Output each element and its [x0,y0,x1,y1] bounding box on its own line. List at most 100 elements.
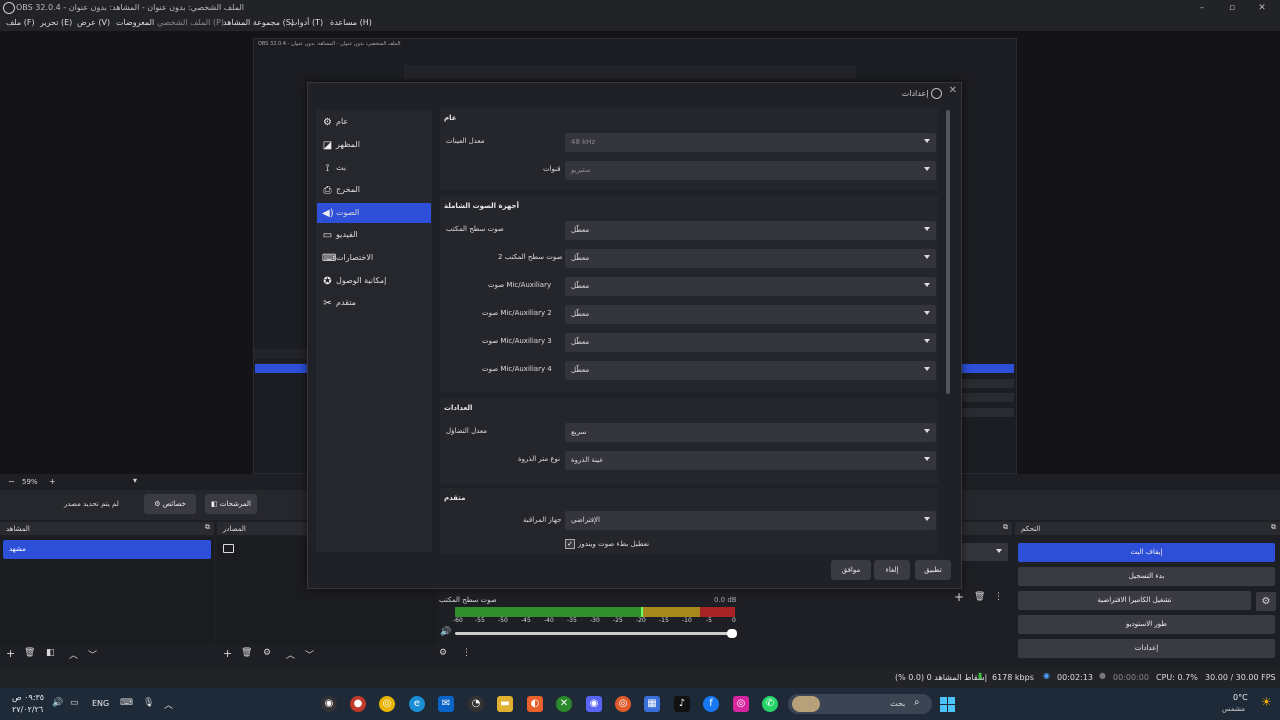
nav-video[interactable]: ▭ الفيديو [317,225,431,245]
move-down-icon[interactable]: ﹀ [305,648,314,661]
menu-scene-collection[interactable]: مجموعة المشاهد (S) [223,18,294,27]
app-icon[interactable]: ● [350,696,366,712]
stop-streaming-button[interactable]: إيقاف البث [1018,543,1275,562]
clock-date[interactable]: ٢٧/٠٢/٢٦ [12,705,43,714]
weather-desc[interactable]: مشمس [1222,705,1245,713]
windows-start-icon[interactable] [940,697,956,713]
studio-mode-button[interactable]: طور الاستوديو [1018,615,1275,634]
chevron-up-icon[interactable]: ︿ [164,698,173,711]
peak-meter-select[interactable]: عينة الذروة [565,451,936,470]
dock-float-icon[interactable]: ⧉ [205,523,210,532]
transition-menu-icon[interactable]: ⋮ [994,592,1003,602]
obs-app-icon[interactable]: ◉ [321,696,337,712]
ducking-checkbox[interactable]: ✓ [565,539,575,549]
menu-help[interactable]: مساعدة (H) [330,18,372,27]
maximize-icon[interactable]: ▫ [1225,1,1239,15]
dock-float-icon[interactable]: ⧉ [1271,523,1276,532]
close-icon[interactable]: ✕ [949,85,957,96]
app-icon[interactable]: ◎ [615,696,631,712]
tiktok-icon[interactable]: ♪ [674,696,690,712]
filters-button[interactable]: ◧ المرشحات [205,494,257,514]
gear-icon[interactable]: ⚙ [1256,592,1276,611]
monitoring-device-select[interactable]: الإفتراضي [565,511,936,530]
add-source-button[interactable]: + [223,647,232,660]
dock-float-icon[interactable]: ⧉ [1003,523,1008,532]
mic-aux-2-select[interactable]: معطّل [565,305,936,324]
display-source-icon[interactable] [223,544,234,553]
close-icon[interactable]: ✕ [1255,1,1269,15]
whatsapp-icon[interactable]: ✆ [762,696,778,712]
scene-item[interactable]: مشهد [3,540,211,559]
sample-rate-select[interactable]: 48 kHz [565,133,936,152]
desktop-audio-2-select[interactable]: معطّل [565,249,936,268]
chrome-icon[interactable]: ◎ [379,696,395,712]
store-icon[interactable]: ▦ [644,696,660,712]
channels-select[interactable]: ستيريو [565,161,936,180]
properties-button[interactable]: ⚙ خصائص [144,494,196,514]
minimize-icon[interactable]: – [1195,1,1209,15]
start-recording-button[interactable]: بدء التسجيل [1018,567,1275,586]
mixer-menu-icon[interactable]: ⋮ [462,648,471,658]
microphone-icon[interactable]: 🎙 [143,698,154,708]
menu-profile[interactable]: الملف الشخصي (P) [157,18,224,27]
move-down-icon[interactable]: ﹀ [88,648,97,661]
chevron-down-icon[interactable]: ▾ [133,476,137,485]
network-icon[interactable]: ▭ [70,698,79,708]
settings-button[interactable]: إعدادات [1018,639,1275,658]
discord-icon[interactable]: ◉ [586,696,602,712]
scene-filters-icon[interactable]: ◧ [46,648,55,658]
volume-slider[interactable] [455,629,737,638]
no-source-label: لم يتم تحديد مصدر [64,500,119,508]
cancel-button[interactable]: إلغاء [874,560,910,580]
mic-aux-4-select[interactable]: معطّل [565,361,936,380]
app-icon[interactable]: ◐ [527,696,543,712]
nav-stream[interactable]: ⟟ بث [317,158,431,178]
speaker-icon[interactable]: 🔊 [440,627,451,637]
menu-tools[interactable]: أدوات (T) [290,18,323,27]
outlook-icon[interactable]: ✉ [438,696,454,712]
add-transition-icon[interactable]: + [954,590,964,604]
nav-accessibility[interactable]: ✪ إمكانية الوصول [317,271,431,291]
nav-audio[interactable]: ◀) الصوت [317,203,431,223]
zoom-out-button[interactable]: − [8,477,15,486]
folder-icon[interactable]: ▬ [497,696,513,712]
nav-advanced[interactable]: ✂ متقدم [317,293,431,313]
mic-aux-select[interactable]: معطّل [565,277,936,296]
volume-icon[interactable]: 🔊 [52,698,63,708]
nav-appearance[interactable]: ◪ المظهر [317,135,431,155]
palette-icon: ◪ [322,140,333,151]
mic-aux-3-select[interactable]: معطّل [565,333,936,352]
language-indicator[interactable]: ENG [92,699,109,708]
menu-docks[interactable]: المعروضات [116,18,154,27]
settings-scrollbar[interactable] [946,110,950,394]
nav-hotkeys[interactable]: ⌨ الاختصارات [317,248,431,268]
trash-icon[interactable]: 🗑 [24,648,35,658]
virtual-camera-button[interactable]: تشغيل الكاميرا الافتراضية [1018,591,1251,610]
search-box[interactable]: بحث ⌕ [788,694,932,714]
instagram-icon[interactable]: ◎ [733,696,749,712]
menu-view[interactable]: عرض (V) [77,18,110,27]
xbox-icon[interactable]: ✕ [556,696,572,712]
nav-output[interactable]: ⎙ المخرج [317,180,431,200]
trash-icon[interactable]: 🗑 [974,592,985,602]
trash-icon[interactable]: 🗑 [241,648,252,658]
facebook-icon[interactable]: f [703,696,719,712]
move-up-icon[interactable]: ︿ [69,648,78,661]
move-up-icon[interactable]: ︿ [286,648,295,661]
weather-temp[interactable]: 0°C [1233,693,1248,702]
app-icon[interactable]: ◔ [468,696,484,712]
menu-file[interactable]: ملف (F) [6,18,35,27]
gear-icon[interactable]: ⚙ [263,648,271,658]
ok-button[interactable]: موافق [831,560,871,580]
clock-time[interactable]: ٠٩:٣٥ ص [12,693,44,702]
mixer-settings-icon[interactable]: ⚙ [439,648,447,658]
nav-general[interactable]: ⚙ عام [317,112,431,132]
edge-icon[interactable]: e [409,696,425,712]
add-scene-button[interactable]: + [6,647,15,660]
menu-edit[interactable]: تحرير (E) [40,18,72,27]
apply-button[interactable]: تطبيق [915,560,951,580]
decay-rate-select[interactable]: سريع [565,423,936,442]
desktop-audio-select[interactable]: معطّل [565,221,936,240]
zoom-in-button[interactable]: + [49,477,56,486]
keyboard-icon[interactable]: ⌨ [120,698,133,708]
